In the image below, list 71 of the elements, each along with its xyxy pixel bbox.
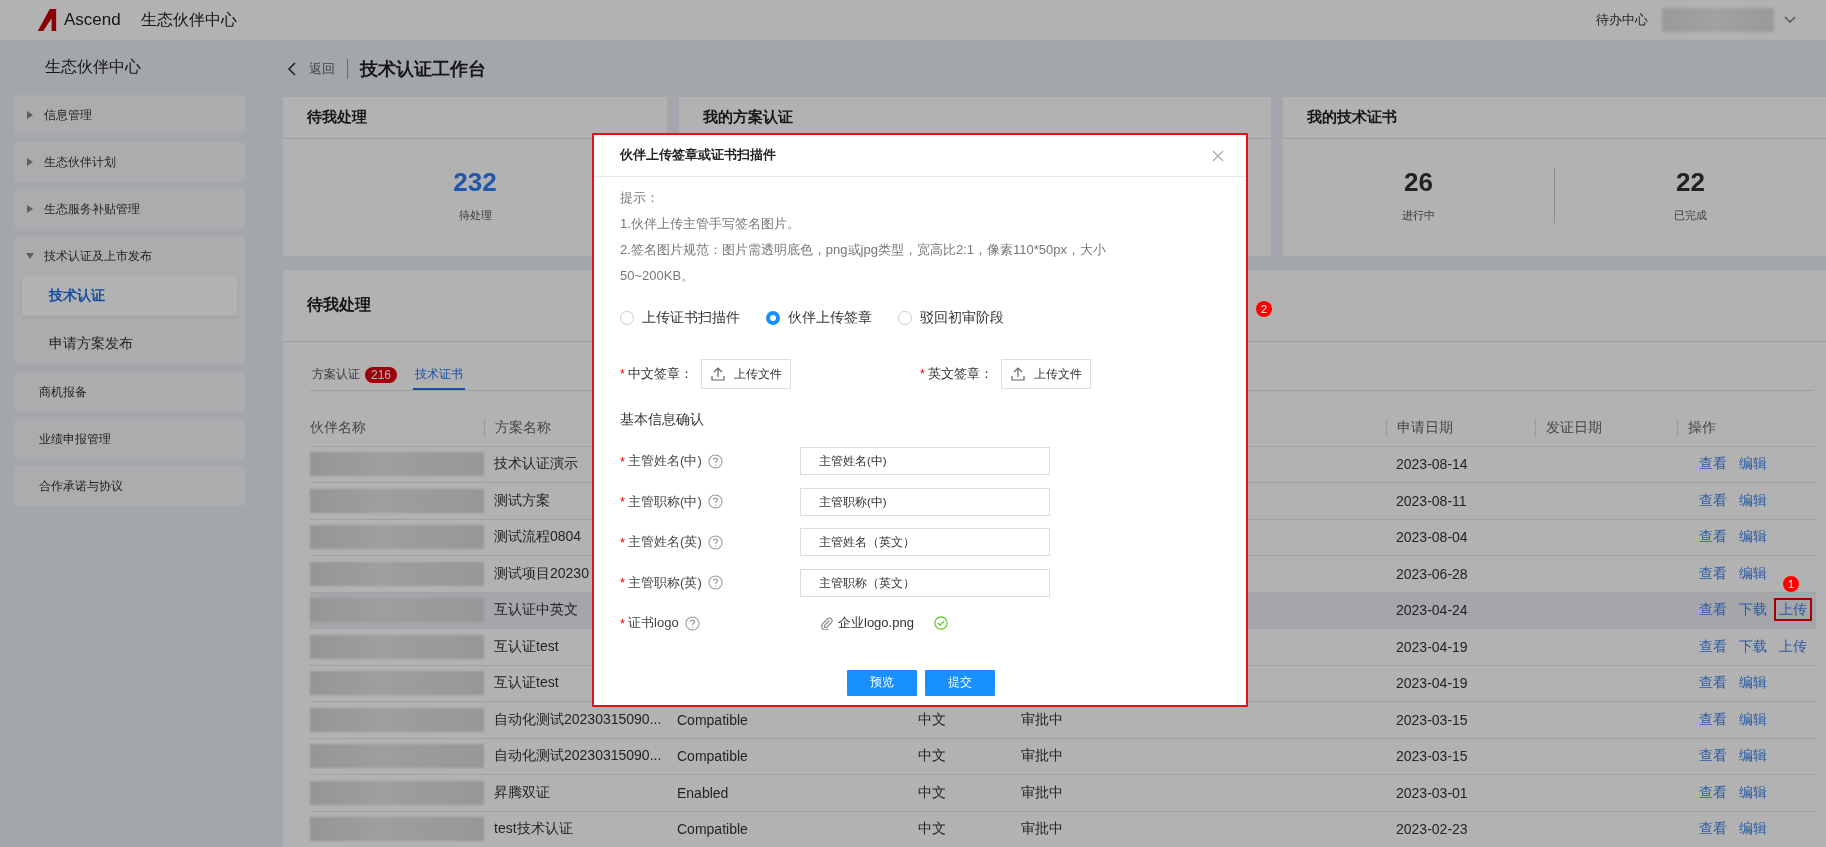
table-cell: 审批中	[1021, 710, 1063, 727]
required-mark: *	[620, 453, 626, 469]
field-label: 主管职称(中)	[628, 492, 702, 511]
table-cell: 2023-08-14	[1396, 456, 1468, 473]
card-title: 我的技术证书	[1307, 108, 1397, 127]
page-title: 技术认证工作台	[360, 57, 486, 81]
table-cell: 2023-08-04	[1396, 529, 1468, 546]
card-title: 我的方案认证	[703, 108, 793, 127]
required-mark: *	[620, 534, 626, 550]
table-cell: 2023-08-11	[1396, 492, 1467, 509]
field-label: 主管姓名(英)	[628, 533, 702, 552]
required-mark: *	[620, 367, 625, 381]
table-cell: 2023-06-28	[1396, 565, 1468, 582]
field-label: 中文签章：	[627, 365, 693, 383]
table-cell: 2023-03-01	[1396, 784, 1468, 801]
table-cell: 审批中	[1021, 747, 1063, 764]
table-cell: 2023-04-19	[1396, 638, 1468, 655]
table-cell: 2023-03-15	[1396, 748, 1468, 765]
table-cell: 自动化测试20230315090...	[494, 747, 662, 764]
table-cell: 测试项目20230	[494, 564, 589, 581]
table-cell: 审批中	[1021, 783, 1063, 800]
table-cell: 昇腾双证	[494, 783, 550, 800]
table-cell: 测试方案	[494, 491, 550, 508]
required-mark: *	[620, 575, 626, 591]
required-mark: *	[620, 494, 626, 510]
table-cell: Compatible	[677, 748, 748, 765]
radio-label: 驳回初审阶段	[920, 309, 1004, 327]
field-label: 主管职称(英)	[628, 573, 702, 592]
radio-label: 上传证书扫描件	[642, 309, 740, 327]
radio-label: 伙伴上传签章	[788, 309, 872, 327]
hint-text: 提示：	[620, 189, 660, 207]
card-title: 待我处理	[307, 108, 367, 127]
table-cell: 互认证test	[494, 637, 559, 654]
required-mark: *	[920, 367, 925, 381]
logo-text: Ascend	[64, 10, 121, 30]
table-cell: 2023-04-19	[1396, 675, 1468, 692]
column-header: 发证日期	[1535, 418, 1677, 437]
table-cell: 2023-04-24	[1396, 602, 1468, 619]
stat-label: 进行中	[1402, 208, 1435, 223]
stat-label: 待处理	[458, 208, 492, 223]
table-cell: 中文	[918, 747, 946, 764]
table-cell: 自动化测试20230315090...	[494, 710, 662, 727]
required-mark: *	[620, 615, 626, 631]
table-cell: 2023-02-23	[1396, 821, 1468, 838]
dialog-title: 伙伴上传签章或证书扫描件	[620, 147, 776, 164]
hint-text: 1.伙伴上传主管手写签名图片。	[620, 215, 801, 233]
count-badge: 216	[365, 366, 398, 383]
table-cell: 中文	[918, 820, 946, 837]
table-cell: 互认证test	[494, 674, 559, 691]
column-header: 申请日期	[1386, 418, 1535, 437]
column-header: 操作	[1677, 418, 1816, 437]
table-cell: Compatible	[677, 821, 748, 838]
app-title: 生态伙伴中心	[140, 9, 237, 30]
table-cell: 审批中	[1021, 820, 1063, 837]
step-marker: 1	[1783, 576, 1799, 593]
field-label: 主管姓名(中)	[628, 452, 702, 471]
field-label: 英文签章：	[927, 365, 993, 383]
hint-text: 2.签名图片规范：图片需透明底色，png或jpg类型，宽高比2:1，像素110*50px，大小50~200KB。	[620, 241, 1107, 285]
table-cell: 测试流程0804	[494, 528, 582, 545]
table-cell: 中文	[918, 710, 946, 727]
table-cell: 中文	[918, 783, 946, 800]
table-cell: 2023-03-15	[1396, 711, 1468, 728]
table-cell: Compatible	[677, 711, 748, 728]
table-cell: Enabled	[677, 784, 729, 801]
stat-label: 已完成	[1674, 208, 1707, 223]
sidebar-title: 生态伙伴中心	[44, 57, 142, 77]
panel-title: 待我处理	[307, 295, 371, 315]
table-cell: test技术认证	[494, 820, 573, 837]
table-cell: 互认证中英文	[494, 601, 578, 618]
table-cell: 技术认证演示	[494, 455, 578, 472]
column-header: 伙伴名称	[310, 418, 367, 437]
